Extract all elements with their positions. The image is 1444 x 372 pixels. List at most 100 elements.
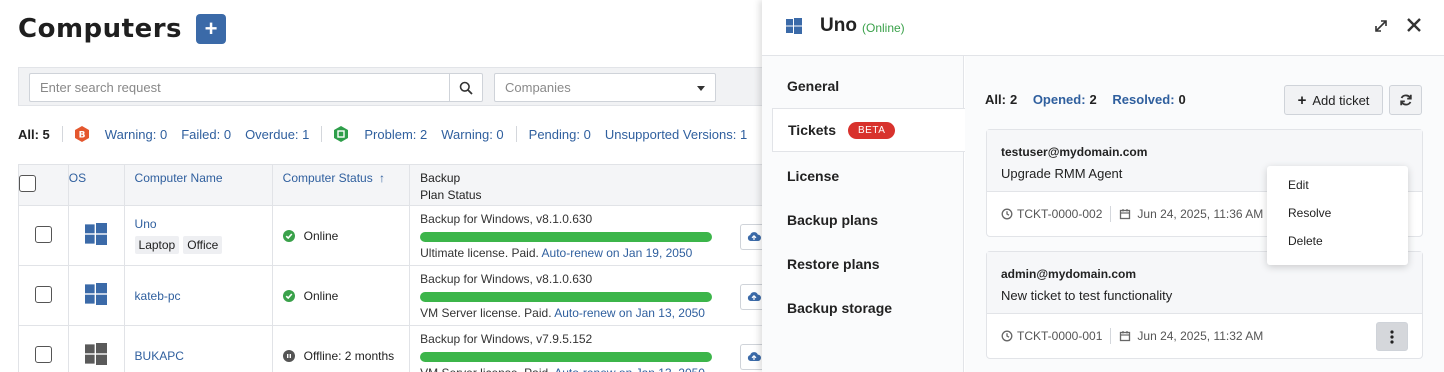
row-checkbox[interactable] xyxy=(34,225,52,243)
license-text: VM Server license. Paid. Auto-renew on J… xyxy=(420,306,769,320)
panel-header: Uno (Online) xyxy=(762,0,1444,56)
header-checkbox-cell xyxy=(18,164,69,206)
search-icon xyxy=(459,81,473,95)
stat-problem[interactable]: Problem: 2 xyxy=(364,127,427,142)
refresh-button[interactable] xyxy=(1389,85,1422,115)
computer-status: Offline: 2 months xyxy=(282,349,409,363)
computers-table: OS Computer Name Computer Status ↑ Backu… xyxy=(18,164,770,372)
divider xyxy=(1110,206,1112,222)
os-cell xyxy=(67,265,125,326)
nav-license[interactable]: License xyxy=(772,154,964,198)
computer-status: Online xyxy=(282,289,409,303)
divider xyxy=(515,126,517,142)
stat-pending[interactable]: Pending: 0 xyxy=(529,127,591,142)
count-resolved: 0 xyxy=(1178,92,1186,107)
refresh-icon xyxy=(1399,94,1412,106)
count-opened-label[interactable]: Opened: xyxy=(1033,92,1086,107)
nav-tickets-label: Tickets xyxy=(788,122,836,138)
count-all: 2 xyxy=(1009,92,1018,107)
windows-icon xyxy=(786,18,802,34)
count-all-label[interactable]: All: xyxy=(985,92,1006,107)
panel-status: (Online) xyxy=(862,21,905,35)
autorenew-link[interactable]: Auto-renew on Jan 19, 2050 xyxy=(542,246,693,260)
stat-all[interactable]: All: 5 xyxy=(18,127,50,142)
select-all-checkbox[interactable] xyxy=(19,175,36,192)
header-computer-name[interactable]: Computer Name xyxy=(123,164,273,206)
nav-backup-plans[interactable]: Backup plans xyxy=(772,198,964,242)
autorenew-link[interactable]: Auto-renew on Jan 13, 2050 xyxy=(554,366,705,372)
search-input[interactable]: Enter search request xyxy=(29,73,449,102)
nav-restore-plans[interactable]: Restore plans xyxy=(772,242,964,286)
header-os[interactable]: OS xyxy=(67,164,125,206)
computer-name-link[interactable]: Uno xyxy=(135,217,272,231)
computer-status: Online xyxy=(282,228,409,243)
menu-delete[interactable]: Delete xyxy=(1267,227,1408,255)
backup-progress-bar xyxy=(420,231,713,242)
add-ticket-button[interactable]: + Add ticket xyxy=(1284,85,1383,115)
search-button[interactable] xyxy=(449,73,483,102)
stat-warning-backup[interactable]: Warning: 0 xyxy=(105,127,167,142)
nav-tickets[interactable]: Tickets BETA xyxy=(772,108,965,152)
computer-name-link[interactable]: BUKAPC xyxy=(135,349,272,363)
ticket-actions-button[interactable] xyxy=(1376,322,1408,351)
name-cell: Uno Laptop Office xyxy=(123,205,273,266)
ticket-email: testuser@mydomain.com xyxy=(1001,145,1148,159)
computer-detail-panel: Uno (Online) General Tickets BETA Licens… xyxy=(762,0,1444,372)
computer-name-link[interactable]: kateb-pc xyxy=(135,289,272,303)
header-status-label: Computer Status xyxy=(282,171,373,185)
backup-cell: Backup for Windows, v7.9.5.152 VM Server… xyxy=(409,325,770,372)
cloud-upload-icon xyxy=(747,352,761,361)
ticket-card[interactable]: admin@mydomain.com New ticket to test fu… xyxy=(986,251,1423,359)
add-computer-button[interactable]: + xyxy=(196,14,227,44)
cloud-upload-icon xyxy=(747,292,761,301)
menu-resolve[interactable]: Resolve xyxy=(1267,199,1408,227)
title-row: Computers + xyxy=(18,14,227,44)
row-checkbox-cell xyxy=(18,325,69,372)
status-cell: Online xyxy=(271,265,411,326)
calendar-icon xyxy=(1120,331,1131,342)
backup-plan-name: Backup for Windows, v8.1.0.630 xyxy=(420,211,593,226)
divider xyxy=(321,126,323,142)
clock-icon xyxy=(1001,208,1013,220)
row-checkbox[interactable] xyxy=(34,285,52,303)
menu-edit[interactable]: Edit xyxy=(1267,171,1408,199)
license-label: Ultimate license. Paid. xyxy=(420,245,542,260)
close-icon[interactable] xyxy=(1405,16,1423,34)
ticket-id: TCKT-0000-001 xyxy=(1017,329,1103,343)
status-text: Online xyxy=(303,228,339,243)
divider xyxy=(1110,328,1112,344)
table-row[interactable]: Uno Laptop Office Online Backup for Windo… xyxy=(18,205,770,266)
stat-warning-rmm[interactable]: Warning: 0 xyxy=(441,127,503,142)
ticket-footer: TCKT-0000-001 Jun 24, 2025, 11:32 AM xyxy=(987,314,1422,358)
tag[interactable]: Laptop xyxy=(134,236,180,254)
license-text: VM Server license. Paid. Auto-renew on J… xyxy=(420,366,769,372)
header-os-label: OS xyxy=(68,171,87,185)
ticket-counts: All: 2 Opened: 2 Resolved: 0 xyxy=(985,92,1198,107)
ticket-id: TCKT-0000-002 xyxy=(1017,207,1103,221)
row-checkbox[interactable] xyxy=(34,345,52,363)
autorenew-link[interactable]: Auto-renew on Jan 13, 2050 xyxy=(554,306,705,320)
header-plan-status-label: Plan Status xyxy=(420,188,482,202)
svg-text:B: B xyxy=(78,131,85,141)
windows-icon xyxy=(85,283,108,305)
divider xyxy=(61,126,63,142)
plus-icon: + xyxy=(1297,91,1307,109)
table-row[interactable]: kateb-pc Online Backup for Windows, v8.1… xyxy=(18,265,770,326)
stat-overdue[interactable]: Overdue: 1 xyxy=(245,127,309,142)
companies-select[interactable]: Companies xyxy=(494,73,716,102)
tag[interactable]: Office xyxy=(183,236,223,254)
nav-general[interactable]: General xyxy=(772,64,964,108)
table-header-row: OS Computer Name Computer Status ↑ Backu… xyxy=(18,164,770,206)
companies-placeholder: Companies xyxy=(505,80,571,95)
computer-tags: Laptop Office xyxy=(134,236,272,254)
table-row[interactable]: BUKAPC Offline: 2 months Backup for Wind… xyxy=(18,325,770,372)
stat-failed[interactable]: Failed: 0 xyxy=(181,127,231,142)
backup-cell: Backup for Windows, v8.1.0.630 Ultimate … xyxy=(409,205,770,266)
expand-icon[interactable] xyxy=(1374,19,1388,33)
count-resolved-label[interactable]: Resolved: xyxy=(1112,92,1174,107)
stat-unsupported[interactable]: Unsupported Versions: 1 xyxy=(605,127,747,142)
ticket-meta: TCKT-0000-002 Jun 24, 2025, 11:36 AM xyxy=(1001,206,1263,222)
status-cell: Offline: 2 months xyxy=(271,325,411,372)
nav-backup-storage[interactable]: Backup storage xyxy=(772,286,964,330)
header-computer-status[interactable]: Computer Status ↑ xyxy=(271,164,411,206)
